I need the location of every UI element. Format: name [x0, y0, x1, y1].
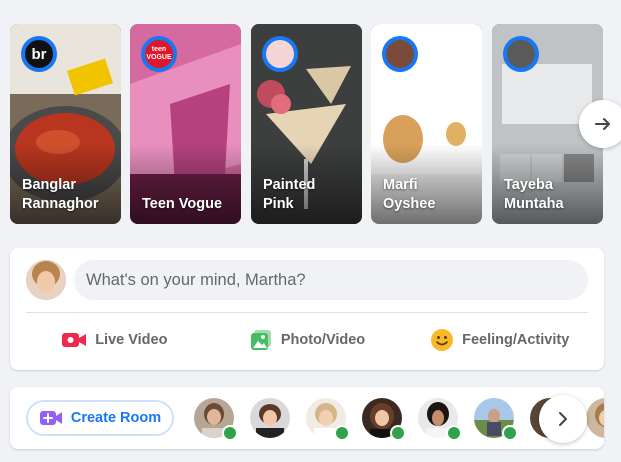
create-room-label: Create Room	[70, 410, 162, 426]
online-status-dot	[446, 425, 462, 441]
story-avatar	[503, 36, 539, 72]
story-avatar: br	[21, 36, 57, 72]
story-name: Marfi Oyshee	[383, 177, 436, 212]
composer-actions: Live Video Photo/Video Feeling/Activity	[18, 320, 596, 360]
photo-video-icon	[250, 330, 271, 350]
online-status-dot	[390, 425, 406, 441]
story-card[interactable]: teen VOGUE Teen Vogue	[130, 24, 241, 224]
contact-avatar[interactable]	[586, 398, 604, 438]
rooms-next-button[interactable]	[539, 395, 587, 443]
story-name: Tayeba Muntaha	[504, 177, 564, 212]
divider	[26, 312, 588, 313]
live-video-label: Live Video	[95, 332, 168, 348]
online-status-dot	[222, 425, 238, 441]
whats-on-your-mind-input[interactable]: What's on your mind, Martha?	[74, 260, 588, 300]
story-avatar	[382, 36, 418, 72]
stories-tray: br Banglar Rannaghor teen VOGUE Teen Vog…	[10, 24, 621, 224]
rooms-bar: Create Room	[10, 387, 604, 449]
story-avatar-text: teen VOGUE	[146, 46, 172, 61]
live-video-button[interactable]: Live Video	[18, 320, 211, 360]
chevron-right-icon	[559, 412, 567, 426]
story-name: Painted Pink	[263, 177, 316, 212]
online-status-dot	[334, 425, 350, 441]
feeling-activity-button[interactable]: Feeling/Activity	[403, 320, 596, 360]
story-card[interactable]: Marfi Oyshee	[371, 24, 482, 224]
story-avatar	[262, 36, 298, 72]
avatar[interactable]	[26, 260, 66, 300]
story-card[interactable]: Painted Pink	[251, 24, 362, 224]
story-card[interactable]: br Banglar Rannaghor	[10, 24, 121, 224]
photo-video-button[interactable]: Photo/Video	[211, 320, 404, 360]
story-avatar: teen VOGUE	[141, 36, 177, 72]
live-video-icon	[62, 333, 87, 347]
arrow-right-icon	[595, 118, 610, 130]
online-status-dot	[502, 425, 518, 441]
story-avatar-text: br	[31, 45, 47, 63]
photo-video-label: Photo/Video	[280, 332, 366, 348]
contact-avatar[interactable]	[250, 398, 290, 438]
story-name: Banglar Rannaghor	[22, 177, 99, 212]
feeling-icon	[431, 329, 454, 351]
next-story-button[interactable]	[579, 100, 621, 148]
create-room-button[interactable]: Create Room	[26, 400, 174, 436]
story-name: Teen Vogue	[142, 196, 223, 212]
composer-placeholder: What's on your mind, Martha?	[86, 270, 306, 289]
feeling-activity-label: Feeling/Activity	[462, 332, 570, 348]
post-composer: What's on your mind, Martha? Live Video …	[10, 248, 604, 370]
video-plus-icon	[39, 411, 62, 425]
